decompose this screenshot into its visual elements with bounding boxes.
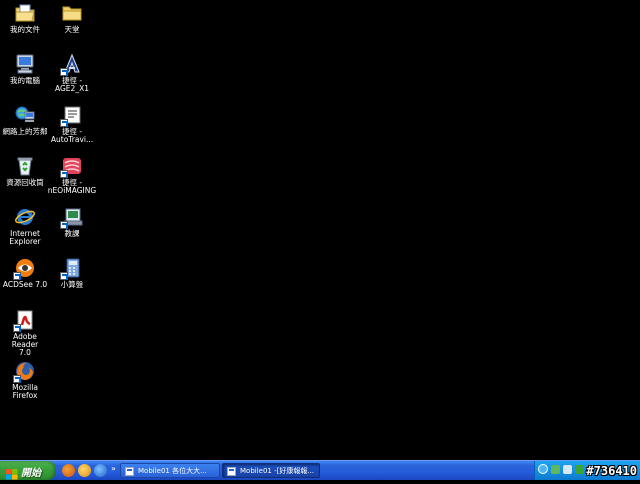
icon-label: 捷徑 - nEOiMAGING (47, 178, 97, 195)
taskbar-button-label: Mobile01 -[好康報報... (240, 467, 315, 475)
network-places-icon (14, 104, 36, 126)
quicklaunch-chevron-icon[interactable]: » (111, 464, 116, 473)
calculator-icon (60, 257, 83, 280)
adobe-reader-icon (13, 309, 36, 332)
internet-explorer-icon (14, 206, 36, 228)
shortcut-arrow-icon (60, 221, 68, 229)
neoimaging-shortcut-icon (60, 155, 83, 178)
shortcut-arrow-icon (60, 272, 68, 280)
desktop-icon-calculator[interactable]: 小算盤 (47, 255, 97, 289)
desktop-icon-lesson[interactable]: 教課 (47, 204, 97, 238)
icon-label: Adobe Reader 7.0 (11, 332, 39, 357)
shortcut-arrow-icon (13, 375, 21, 383)
desktop-icon-neoimaging-shortcut[interactable]: 捷徑 - nEOiMAGING (47, 153, 97, 195)
my-documents-icon (14, 2, 36, 24)
taskbar: 開始 » Mobile01 各位大大... Mobile01 -[好康報報... (0, 460, 640, 480)
tray-chevron-icon[interactable] (538, 464, 548, 474)
shortcut-arrow-icon (60, 68, 68, 76)
quicklaunch-media-icon[interactable] (78, 464, 91, 477)
desktop-icon-tiantang-folder[interactable]: 天堂 (47, 0, 97, 34)
tray-volume-icon[interactable] (563, 465, 572, 474)
window-icon (227, 467, 236, 476)
icon-label: 小算盤 (60, 280, 84, 289)
icon-label: 網路上的芳鄰 (2, 127, 48, 136)
icon-label: 我的電腦 (10, 76, 40, 85)
icon-label: 資源回收筒 (6, 178, 44, 187)
tray-update-icon[interactable] (575, 465, 584, 474)
icon-label: 捷徑 - AutoTravi... (50, 127, 94, 144)
desktop-icon-autotravi-shortcut[interactable]: 捷徑 - AutoTravi... (47, 102, 97, 144)
shortcut-arrow-icon (13, 324, 21, 332)
firefox-icon (13, 360, 36, 383)
acdsee-icon (13, 257, 36, 280)
tray-network-icon[interactable] (551, 465, 560, 474)
icon-label: 我的文件 (10, 25, 40, 34)
shortcut-arrow-icon (60, 119, 68, 127)
desktop-icon-acdsee[interactable]: ACDSee 7.0 (0, 255, 50, 289)
desktop-icon-internet-explorer[interactable]: Internet Explorer (0, 204, 50, 246)
window-icon (125, 467, 134, 476)
icon-label: 教課 (64, 229, 80, 238)
icon-label: 天堂 (64, 25, 80, 34)
quicklaunch-internet-explorer-icon[interactable] (94, 464, 107, 477)
watermark: #736410 (586, 464, 637, 478)
desktop: 我的文件 我的電腦 網路上的芳鄰 資源回收筒 Internet Explorer… (0, 0, 640, 460)
autotravi-shortcut-icon (60, 104, 83, 127)
desktop-icon-age2-shortcut[interactable]: 捷徑 - AGE2_X1 (47, 51, 97, 93)
quicklaunch-firefox-icon[interactable] (62, 464, 75, 477)
desktop-icon-my-computer[interactable]: 我的電腦 (0, 51, 50, 85)
start-button[interactable]: 開始 (0, 461, 56, 480)
taskbar-button-active[interactable]: Mobile01 -[好康報報... (222, 463, 320, 478)
desktop-icon-network-places[interactable]: 網路上的芳鄰 (0, 102, 50, 136)
windows-logo-icon (6, 465, 18, 480)
shortcut-arrow-icon (13, 272, 21, 280)
shortcut-arrow-icon (60, 170, 68, 178)
start-label: 開始 (21, 468, 41, 479)
desktop-icon-my-documents[interactable]: 我的文件 (0, 0, 50, 34)
recycle-bin-icon (14, 155, 36, 177)
age-shortcut-icon (60, 53, 83, 76)
icon-label: Internet Explorer (9, 229, 41, 246)
taskbar-button[interactable]: Mobile01 各位大大... (120, 463, 220, 478)
taskbar-button-label: Mobile01 各位大大... (138, 467, 207, 475)
desktop-icon-firefox[interactable]: Mozilla Firefox (0, 358, 50, 400)
desktop-icon-adobe-reader[interactable]: Adobe Reader 7.0 (0, 307, 50, 357)
desktop-icon-recycle-bin[interactable]: 資源回收筒 (0, 153, 50, 187)
icon-label: ACDSee 7.0 (2, 280, 48, 289)
lesson-icon (60, 206, 83, 229)
my-computer-icon (14, 53, 36, 75)
icon-label: 捷徑 - AGE2_X1 (55, 76, 89, 93)
icon-label: Mozilla Firefox (12, 383, 38, 400)
folder-icon (61, 2, 83, 24)
